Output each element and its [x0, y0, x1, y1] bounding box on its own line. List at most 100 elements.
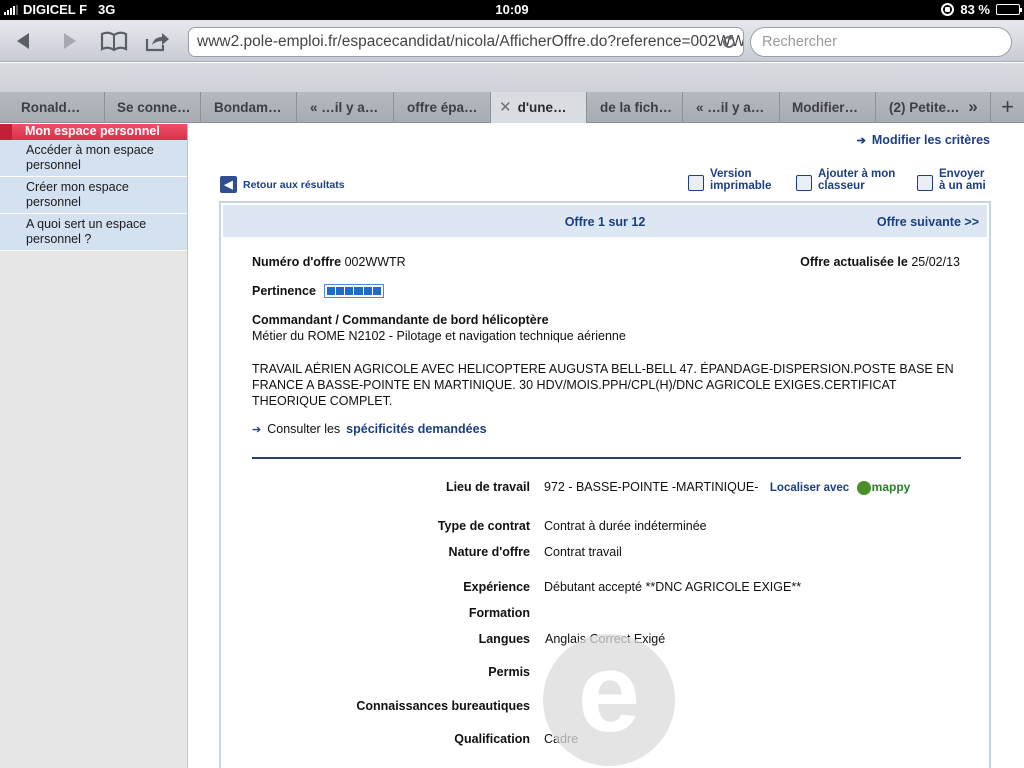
pertinence-label: Pertinence: [252, 284, 316, 298]
reload-icon[interactable]: [721, 34, 737, 50]
tab-2[interactable]: Se conne…: [105, 92, 201, 123]
add-label-line1: Ajouter à mon: [818, 168, 896, 180]
battery-percent: 83 %: [960, 2, 990, 17]
add-to-folder-link[interactable]: Ajouter à mon classeur: [796, 168, 895, 192]
search-input[interactable]: Rechercher: [750, 27, 1012, 57]
lieu-label: Lieu de travail: [445, 480, 530, 494]
add-label: Ajouter à mon classeur: [818, 168, 895, 192]
next-offer-link[interactable]: Offre suivante >>: [877, 215, 979, 229]
offer-updated: Offre actualisée le 25/02/13: [800, 255, 960, 269]
search-placeholder: Rechercher: [762, 34, 837, 50]
toolbar-spacer: [0, 63, 1024, 92]
lieu-value: 972 - BASSE-POINTE -MARTINIQUE- Localise…: [544, 480, 910, 495]
pertinence: Pertinence: [252, 284, 384, 298]
pertinence-bar: [323, 284, 384, 298]
back-to-results-link[interactable]: ◀ Retour aux résultats: [220, 176, 345, 193]
share-button[interactable]: [142, 26, 172, 56]
rotation-lock-icon: [941, 3, 955, 16]
job-description: TRAVAIL AÉRIEN AGRICOLE AVEC HELICOPTERE…: [252, 362, 954, 408]
tab-label: offre épa…: [407, 100, 478, 115]
more-tabs-icon[interactable]: »: [958, 92, 988, 123]
localize-mappy-link[interactable]: Localiser avec: [770, 482, 849, 494]
tab-1[interactable]: Ronald…: [0, 92, 105, 123]
mappy-logo-text: mappy: [871, 480, 911, 494]
tab-label: « …il y a…: [696, 100, 765, 115]
forward-arrow-icon: [64, 33, 76, 49]
offer-updated-date: 25/02/13: [911, 255, 960, 269]
forward-button[interactable]: [54, 26, 84, 56]
tab-7[interactable]: de la fich…: [587, 92, 683, 123]
book-icon: [100, 31, 128, 52]
tab-9[interactable]: Modifier…: [780, 92, 876, 123]
url-field[interactable]: www2.pole-emploi.fr/espacecandidat/nicol…: [188, 27, 744, 57]
experience-label: Expérience: [463, 580, 530, 594]
tab-label: Se conne…: [117, 100, 191, 115]
tab-label: (2) Petite…: [889, 100, 958, 115]
print-version-link[interactable]: Version imprimable: [688, 168, 771, 192]
formation-label: Formation: [468, 606, 530, 620]
back-button[interactable]: [9, 26, 39, 56]
back-arrow-icon: [17, 33, 29, 49]
specifics-link[interactable]: spécificités demandées: [346, 422, 486, 436]
pertinence-segment: [363, 287, 372, 295]
tab-label: Modifier…: [792, 100, 858, 115]
tab-label: d'une…: [517, 100, 567, 115]
pertinence-segment: [326, 287, 336, 295]
lieu-value-text: 972 - BASSE-POINTE -MARTINIQUE-: [544, 480, 759, 494]
envelope-icon: [917, 175, 933, 191]
print-label-line1: Version: [710, 168, 752, 180]
arrow-right-icon: ➔: [252, 423, 262, 436]
arrow-right-icon: ➔: [856, 134, 866, 147]
tab-5[interactable]: offre épa…: [394, 92, 491, 123]
permis-label: Permis: [488, 665, 530, 679]
tab-label: « …il y a…: [310, 100, 379, 115]
send-label-line2: à un ami: [939, 180, 986, 192]
sidebar-item-about[interactable]: A quoi sert un espace personnel ?: [0, 214, 187, 251]
tab-8[interactable]: « …il y a…: [683, 92, 780, 123]
tab-close-icon[interactable]: ✕: [499, 99, 512, 116]
folder-icon: [796, 175, 812, 191]
offer-nav-bar: Offre 1 sur 12 Offre suivante >>: [221, 203, 989, 239]
printer-icon: [688, 175, 704, 191]
main-content: ➔ Modifier les critères ◀ Retour aux rés…: [189, 124, 1024, 768]
mappy-logo[interactable]: mappy: [856, 480, 911, 495]
browser-toolbar: www2.pole-emploi.fr/espacecandidat/nicol…: [0, 20, 1024, 62]
mappy-globe-icon: [856, 480, 871, 495]
tab-bar: Ronald… Se conne… Bondam… « …il y a… off…: [0, 92, 1024, 123]
sidebar-item-create[interactable]: Créer mon espace personnel: [0, 177, 187, 214]
modify-criteria-label: Modifier les critères: [871, 133, 990, 147]
pertinence-segment: [345, 287, 354, 295]
nature-value: Contrat travail: [544, 545, 622, 559]
tab-4[interactable]: « …il y a…: [297, 92, 394, 123]
new-tab-button[interactable]: +: [990, 92, 1024, 123]
bureautique-label: Connaissances bureautiques: [356, 699, 530, 713]
clock: 10:09: [495, 2, 529, 17]
pertinence-segment: [354, 287, 363, 295]
tab-label: Ronald…: [21, 100, 81, 115]
tab-10[interactable]: (2) Petite…: [876, 92, 958, 123]
section-divider: [252, 457, 961, 459]
offer-count: Offre 1 sur 12: [564, 215, 646, 229]
tab-3[interactable]: Bondam…: [201, 92, 297, 123]
send-label-line1: Envoyer: [939, 168, 985, 180]
modify-criteria-link[interactable]: ➔ Modifier les critères: [857, 133, 990, 147]
offer-updated-label: Offre actualisée le: [800, 255, 908, 269]
add-label-line2: classeur: [818, 180, 865, 192]
job-title: Commandant / Commandante de bord hélicop…: [252, 313, 549, 327]
qualification-label: Qualification: [454, 732, 530, 746]
job-rome: Métier du ROME N2102 - Pilotage et navig…: [252, 329, 626, 343]
contrat-value: Contrat à durée indéterminée: [544, 519, 707, 533]
pertinence-segment: [336, 287, 345, 295]
battery-icon: [996, 4, 1022, 15]
url-text: www2.pole-emploi.fr/espacecandidat/nicol…: [197, 33, 744, 50]
offer-number-label: Numéro d'offre: [252, 255, 342, 269]
bookmarks-button[interactable]: [99, 26, 129, 56]
consult-prefix: Consulter les: [267, 422, 341, 436]
tab-6-active[interactable]: ✕ d'une…: [491, 92, 587, 123]
print-label-line2: imprimable: [710, 180, 772, 192]
tab-label: de la fich…: [600, 100, 673, 115]
langues-label: Langues: [478, 632, 530, 646]
sidebar-header: Mon espace personnel: [0, 124, 187, 140]
sidebar-item-access[interactable]: Accéder à mon espace personnel: [0, 140, 187, 177]
send-to-friend-link[interactable]: Envoyer à un ami: [917, 168, 986, 192]
